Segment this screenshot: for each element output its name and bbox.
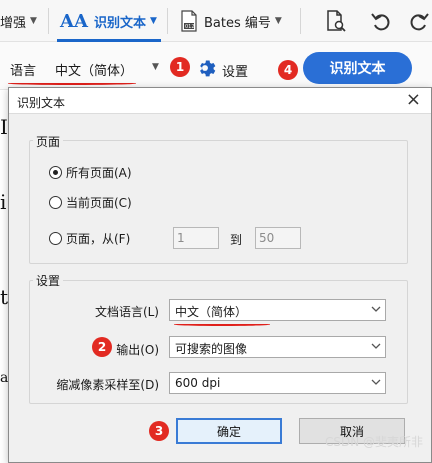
settings-group-title: 设置 [33,272,64,289]
radio-all-pages[interactable]: 所有页面(A) [49,164,132,181]
output-value: 可搜索的图像 [175,342,248,356]
file-search-icon[interactable] [325,10,347,32]
chevron-down-icon: ▼ [274,16,282,26]
page-text-fragment: i [0,190,7,214]
radio-all-pages-label: 所有页面(A) [66,166,132,180]
chevron-down-icon [371,306,381,312]
toolbar-divider [48,8,49,34]
bates-menu[interactable]: 012 Bates 编号 ▼ [180,0,282,42]
step-badge-1: 1 [170,57,190,77]
doc-language-select[interactable]: 中文（简体） [169,299,386,321]
recognize-text-dialog: 识别文本 × 页面 所有页面(A) 当前页面(C) 页面，从(F) 1 到 50… [8,87,432,463]
main-toolbar: 增强 ▼ AA 识别文本 ▼ 012 Bates 编号 ▼ [0,0,432,42]
text-recognition-icon: AA [60,10,88,32]
recognize-text-button[interactable]: 识别文本 [303,52,412,84]
downsample-value: 600 dpi [175,376,221,390]
close-icon[interactable]: × [406,91,421,109]
page-text-fragment: I [0,115,8,139]
ocr-options-bar: 语言 中文（简体） ▼ 1 设置 4 识别文本 [0,42,432,90]
output-label: 输出(O) [116,343,159,357]
settings-link[interactable]: 设置 [222,61,248,80]
watermark: CSDN @斐夷所非 [324,435,423,449]
toolbar-divider [300,8,301,34]
radio-selected-icon [49,166,62,179]
chevron-down-icon [371,379,381,385]
from-page-input[interactable]: 1 [173,227,219,249]
svg-text:012: 012 [185,24,195,30]
gear-icon[interactable] [194,57,216,79]
chevron-down-icon[interactable]: ▼ [152,62,159,72]
radio-current-page[interactable]: 当前页面(C) [49,194,132,211]
chevron-down-icon: ▼ [30,16,37,26]
page-text-fragment: t [0,285,9,309]
step-badge-4: 4 [278,60,298,80]
radio-page-range-label: 页面，从(F) [66,232,131,246]
radio-page-range[interactable]: 页面，从(F) [49,230,130,247]
chevron-down-icon [371,343,381,349]
downsample-label: 缩减像素采样至(D) [56,378,159,392]
bates-document-icon: 012 [181,10,197,32]
chevron-down-icon: ▼ [149,16,157,26]
enhance-menu[interactable]: 增强 ▼ [0,0,37,42]
red-underline-annotation [174,323,270,326]
enhance-label: 增强 [0,15,27,31]
red-underline-annotation [8,82,136,85]
radio-current-page-label: 当前页面(C) [66,196,132,210]
dialog-title-bar: 识别文本 × [9,88,431,114]
doc-language-value: 中文（简体） [175,305,248,319]
ok-button[interactable]: 确定 [176,418,282,444]
radio-unselected-icon [49,232,62,245]
ocr-tab[interactable]: AA 识别文本 ▼ [60,0,157,42]
toolbar-divider [167,8,168,34]
bates-label: Bates 编号 [204,15,271,31]
doc-language-label: 文档语言(L) [94,305,159,319]
step-badge-3: 3 [149,421,169,441]
pages-group-title: 页面 [33,133,64,150]
redo-icon[interactable] [408,10,430,32]
ocr-tab-label: 识别文本 [93,15,146,31]
radio-unselected-icon [49,196,62,209]
language-dropdown[interactable]: 中文（简体） [55,60,133,79]
dialog-title: 识别文本 [17,96,66,110]
language-label: 语言 [10,64,37,79]
downsample-select[interactable]: 600 dpi [169,372,386,394]
undo-icon[interactable] [370,10,392,32]
output-select[interactable]: 可搜索的图像 [169,336,386,358]
to-page-input[interactable]: 50 [255,227,301,249]
to-label: 到 [230,233,243,247]
